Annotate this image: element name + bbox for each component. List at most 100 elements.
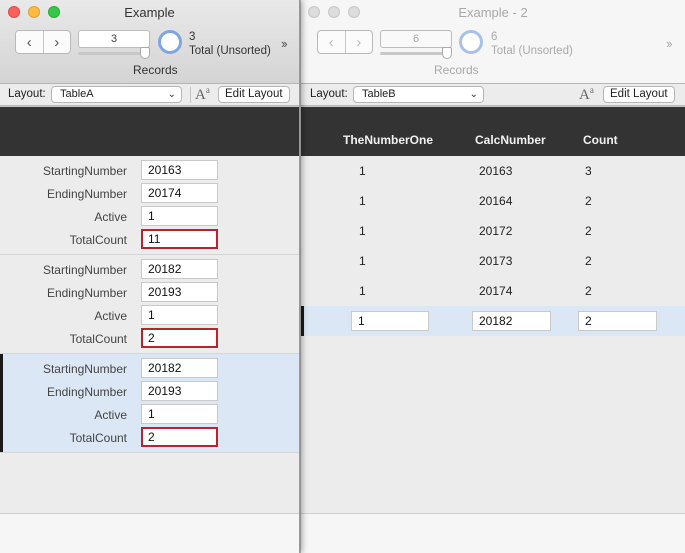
field-label-starting-number: StartingNumber [42,263,127,277]
table-row[interactable]: 1 20173 2 [301,246,685,276]
record-slider[interactable] [78,52,148,55]
cell-count: 2 [585,254,592,268]
form-body: StartingNumber 20163 EndingNumber 20174 … [0,156,299,513]
total-count-field[interactable]: 11 [141,229,218,249]
toolbar: Example - 2 ‹ › 6 Records 6 Total (Unsor… [301,0,685,84]
field-label-ending-number: EndingNumber [46,286,127,300]
text-size-icon[interactable]: Aa [195,85,210,104]
count-field[interactable]: 2 [578,311,657,331]
starting-number-field[interactable]: 20163 [141,160,218,180]
cell-calc-number: 20164 [479,194,513,208]
found-info: 6 Total (Unsorted) [491,30,573,58]
cell-the-number-one: 1 [359,194,366,208]
chevron-down-icon: ⌄ [167,89,176,100]
records-label: Records [133,63,178,77]
column-header-the-number-one[interactable]: TheNumberOne [343,133,433,147]
current-record-field[interactable]: 6 [380,30,452,48]
layout-select-value: TableB [362,88,396,100]
layout-label: Layout: [8,88,46,100]
cell-count: 2 [585,284,592,298]
table-body: 1 20163 3 1 20164 2 1 20172 2 1 20173 2 … [301,156,685,513]
double-chevron-right-icon[interactable]: ›› [666,36,673,51]
double-chevron-right-icon[interactable]: ›› [281,36,288,51]
chevron-right-icon[interactable]: › [42,31,71,53]
edit-layout-button[interactable]: Edit Layout [603,86,675,103]
record: StartingNumber 20182 EndingNumber 20193 … [0,255,299,354]
starting-number-field[interactable]: 20182 [141,358,218,378]
active-field[interactable]: 1 [141,305,218,325]
table-header [301,107,685,156]
field-label-starting-number: StartingNumber [42,164,127,178]
window-footer [0,513,299,553]
layout-select-value: TableA [60,88,94,100]
records-pie-icon [459,30,483,54]
table-row[interactable]: 1 20174 2 [301,276,685,306]
found-info: 3 Total (Unsorted) [189,30,271,58]
chevron-left-icon[interactable]: ‹ [16,31,43,53]
chevron-left-icon[interactable]: ‹ [318,31,345,53]
table-row[interactable]: 1 20163 3 [301,156,685,186]
chevron-right-icon[interactable]: › [344,31,373,53]
divider [190,87,191,103]
field-label-active: Active [94,408,127,422]
table-row[interactable]: 1 20172 2 [301,216,685,246]
field-label-ending-number: EndingNumber [46,385,127,399]
found-count: 3 [189,31,196,43]
record-slider[interactable] [380,52,450,55]
total-count-field[interactable]: 2 [141,328,218,348]
found-status: Total (Unsorted) [491,45,573,57]
field-label-active: Active [94,210,127,224]
active-field[interactable]: 1 [141,206,218,226]
cell-count: 3 [585,164,592,178]
layout-label: Layout: [310,88,348,100]
found-status: Total (Unsorted) [189,45,271,57]
toolbar: Example ‹ › 3 Records 3 Total (Unsorted)… [0,0,299,84]
text-size-icon[interactable]: Aa [579,85,594,104]
cell-the-number-one: 1 [359,284,366,298]
active-record-indicator [301,306,304,336]
ending-number-field[interactable]: 20193 [141,381,218,401]
record-nav: ‹ › [317,30,373,54]
field-label-total-count: TotalCount [69,431,127,445]
field-label-starting-number: StartingNumber [42,362,127,376]
cell-count: 2 [585,194,592,208]
layout-select[interactable]: TableA ⌄ [51,86,182,103]
column-header-calc-number[interactable]: CalcNumber [475,133,546,147]
active-record-indicator [0,354,3,452]
cell-calc-number: 20172 [479,224,513,238]
window-example: Example ‹ › 3 Records 3 Total (Unsorted)… [0,0,300,553]
layout-select[interactable]: TableB ⌄ [353,86,484,103]
table-row-active[interactable]: 1 20182 2 [301,306,685,336]
cell-calc-number: 20163 [479,164,513,178]
starting-number-field[interactable]: 20182 [141,259,218,279]
total-count-field[interactable]: 2 [141,427,218,447]
field-label-total-count: TotalCount [69,332,127,346]
cell-the-number-one: 1 [359,164,366,178]
current-record-field[interactable]: 3 [78,30,150,48]
table-row[interactable]: 1 20164 2 [301,186,685,216]
record-slider-knob[interactable] [140,47,150,59]
layout-bar: Layout: TableA ⌄ Aa Edit Layout [0,84,299,106]
active-field[interactable]: 1 [141,404,218,424]
record-slider-knob[interactable] [442,47,452,59]
record: StartingNumber 20163 EndingNumber 20174 … [0,156,299,255]
record-nav: ‹ › [15,30,71,54]
the-number-one-field[interactable]: 1 [351,311,429,331]
cell-the-number-one: 1 [359,254,366,268]
ending-number-field[interactable]: 20193 [141,282,218,302]
field-label-active: Active [94,309,127,323]
records-pie-icon [158,30,182,54]
layout-header [0,107,299,156]
cell-calc-number: 20174 [479,284,513,298]
window-title: Example - 2 [458,5,528,20]
window-footer [301,513,685,553]
calc-number-field[interactable]: 20182 [472,311,551,331]
column-header-count[interactable]: Count [583,133,618,147]
layout-bar: Layout: TableB ⌄ Aa Edit Layout [301,84,685,106]
window-title: Example [124,5,175,20]
ending-number-field[interactable]: 20174 [141,183,218,203]
record-active: StartingNumber 20182 EndingNumber 20193 … [0,354,299,453]
edit-layout-button[interactable]: Edit Layout [218,86,290,103]
cell-calc-number: 20173 [479,254,513,268]
window-example-2: Example - 2 ‹ › 6 Records 6 Total (Unsor… [300,0,685,553]
